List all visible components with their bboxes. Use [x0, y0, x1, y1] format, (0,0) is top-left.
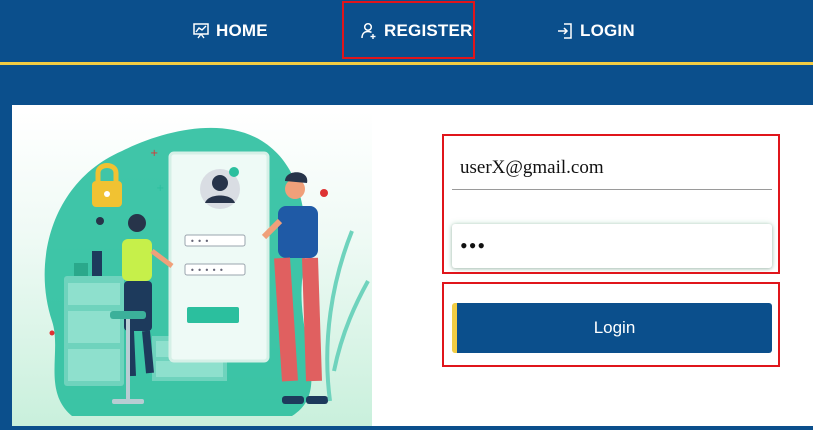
- register-highlight-box: [342, 1, 475, 59]
- login-illustration: • • • • • • • • + +: [12, 111, 372, 426]
- svg-text:• • • • •: • • • • •: [190, 266, 224, 275]
- nav-login[interactable]: LOGIN: [556, 0, 635, 62]
- nav-home[interactable]: HOME: [192, 0, 268, 62]
- presentation-chart-icon: [193, 23, 209, 39]
- svg-text:• • •: • • •: [190, 237, 209, 246]
- inputs-highlight-box: [442, 134, 780, 274]
- top-navbar: HOME REGISTER LOGIN: [0, 0, 813, 62]
- nav-home-label: HOME: [216, 21, 268, 40]
- svg-text:+: +: [156, 183, 164, 194]
- nav-login-label: LOGIN: [580, 21, 635, 40]
- sign-in-icon: [558, 23, 572, 39]
- button-highlight-box: [442, 282, 780, 367]
- nav-accent-line: [0, 62, 813, 65]
- svg-text:+: +: [150, 148, 158, 159]
